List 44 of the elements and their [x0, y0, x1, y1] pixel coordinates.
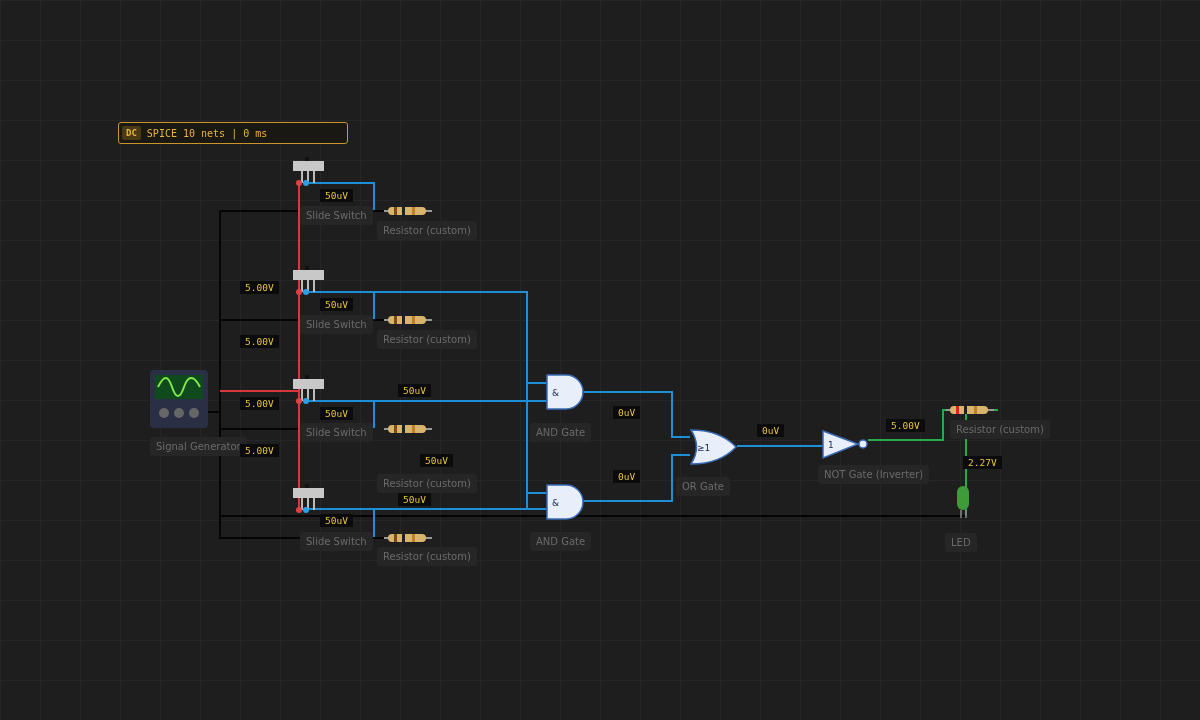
component-label: LED — [945, 533, 977, 552]
slide-switch-icon[interactable] — [293, 484, 325, 514]
voltage-reading: 0uV — [757, 424, 785, 437]
voltage-reading: 50uV — [320, 298, 353, 311]
voltage-reading: 2.27V — [963, 456, 1002, 469]
resistor-icon[interactable] — [946, 405, 994, 415]
component-label: Resistor (custom) — [377, 221, 477, 240]
voltage-reading: 0uV — [613, 470, 641, 483]
status-text: SPICE 10 nets | 0 ms — [146, 127, 268, 139]
component-label: Slide Switch — [300, 532, 373, 551]
or-gate-icon[interactable]: ≥1 — [690, 429, 738, 465]
component-label: OR Gate — [676, 477, 730, 496]
voltage-reading: 5.00V — [240, 397, 279, 410]
voltage-reading: 0uV — [613, 406, 641, 419]
component-label: Resistor (custom) — [377, 547, 477, 566]
voltage-reading: 5.00V — [886, 419, 925, 432]
resistor-icon[interactable] — [384, 206, 432, 216]
component-label: NOT Gate (Inverter) — [818, 465, 930, 484]
component-label: AND Gate — [530, 532, 592, 551]
slide-switch-icon[interactable] — [293, 375, 325, 405]
signal-generator-icon[interactable] — [150, 370, 208, 428]
component-label: Slide Switch — [300, 315, 373, 334]
led-icon[interactable] — [955, 486, 971, 520]
voltage-reading: 50uV — [398, 493, 431, 506]
voltage-reading: 5.00V — [240, 281, 279, 294]
resistor-icon[interactable] — [384, 533, 432, 543]
voltage-reading: 5.00V — [240, 335, 279, 348]
voltage-reading: 50uV — [320, 514, 353, 527]
resistor-icon[interactable] — [384, 315, 432, 325]
voltage-reading: 50uV — [420, 454, 453, 467]
component-label: Resistor (custom) — [950, 420, 1050, 439]
voltage-reading: 50uV — [398, 384, 431, 397]
voltage-reading: 5.00V — [240, 444, 279, 457]
component-label: Resistor (custom) — [377, 474, 477, 493]
voltage-reading: 50uV — [320, 189, 353, 202]
resistor-icon[interactable] — [384, 424, 432, 434]
component-label: Slide Switch — [300, 423, 373, 442]
component-label: Resistor (custom) — [377, 330, 477, 349]
component-label: AND Gate — [530, 423, 592, 442]
slide-switch-icon[interactable] — [293, 157, 325, 187]
voltage-reading: 50uV — [320, 407, 353, 420]
slide-switch-icon[interactable] — [293, 266, 325, 296]
mode-tag: DC — [122, 126, 141, 140]
component-label: Slide Switch — [300, 206, 373, 225]
